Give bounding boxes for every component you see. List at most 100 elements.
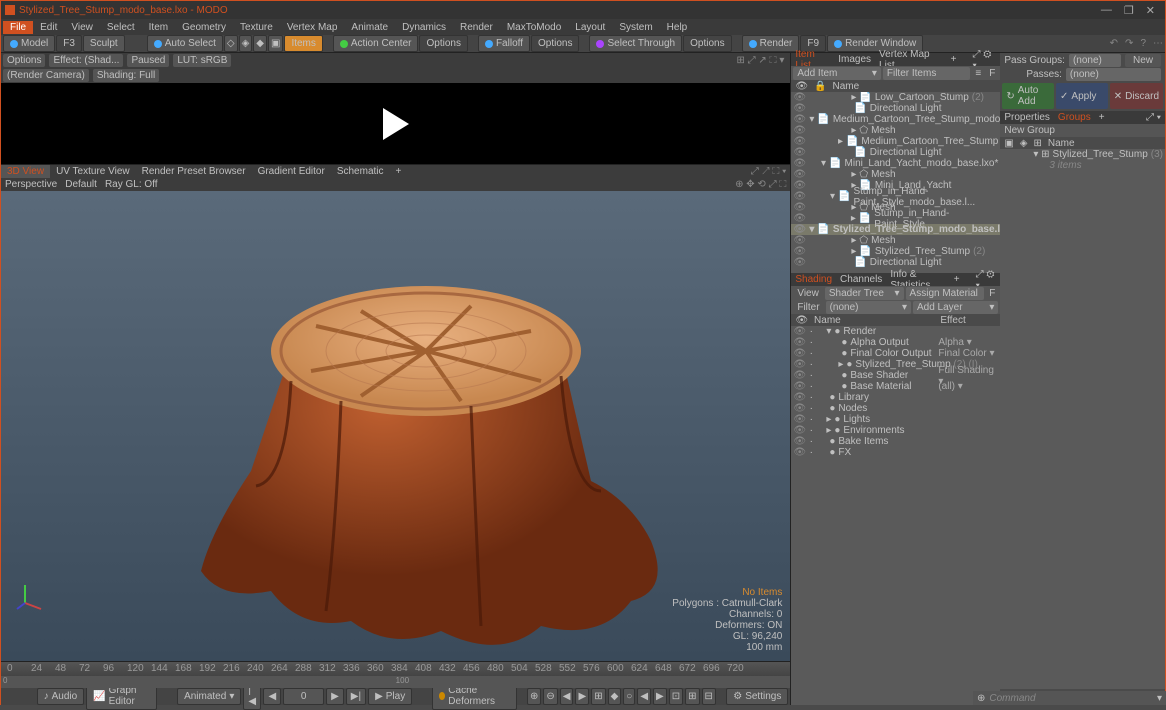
play-icon[interactable] bbox=[383, 108, 409, 140]
settings-button[interactable]: ⚙Settings bbox=[726, 688, 788, 705]
menu-vertexmap[interactable]: Vertex Map bbox=[280, 21, 345, 34]
new-button[interactable]: New bbox=[1125, 54, 1161, 67]
menu-texture[interactable]: Texture bbox=[233, 21, 280, 34]
lut-label[interactable]: LUT: sRGB bbox=[173, 54, 231, 67]
newgroup-button[interactable]: New Group bbox=[1000, 124, 1165, 137]
default-label[interactable]: Default bbox=[65, 179, 97, 190]
discard-button[interactable]: ✕Discard bbox=[1110, 83, 1163, 109]
menu-dynamics[interactable]: Dynamics bbox=[395, 21, 453, 34]
sculpt-button[interactable]: Sculpt bbox=[83, 35, 125, 52]
tool-icon-5[interactable]: ⊞ bbox=[591, 688, 605, 705]
tab-groups[interactable]: Groups bbox=[1058, 112, 1091, 123]
tool-icon-3[interactable]: ◀ bbox=[560, 688, 574, 705]
tab-schematic[interactable]: Schematic bbox=[331, 165, 390, 178]
tab-images[interactable]: Images bbox=[838, 54, 871, 65]
tab-3dview[interactable]: 3D View bbox=[1, 165, 50, 178]
mode-icon-4[interactable]: ▣ bbox=[268, 35, 283, 52]
prev-frame-button[interactable]: ◀ bbox=[263, 688, 281, 705]
tool-icon-2[interactable]: ⊖ bbox=[543, 688, 557, 705]
autoadd-button[interactable]: ↻Auto Add bbox=[1002, 83, 1054, 109]
tab-add-props[interactable]: + bbox=[1099, 112, 1105, 123]
paused-label[interactable]: Paused bbox=[127, 54, 169, 67]
tab-channels[interactable]: Channels bbox=[840, 274, 882, 285]
command-bar[interactable]: ⊕ Command ▾ bbox=[973, 691, 1166, 705]
options-button-3[interactable]: Options bbox=[683, 35, 731, 52]
assignmaterial-button[interactable]: Assign Material bbox=[906, 287, 985, 300]
mode-icon-3[interactable]: ◆ bbox=[253, 35, 267, 52]
eye-icon[interactable]: 👁 bbox=[795, 81, 808, 92]
tool-icon-11[interactable]: ⊞ bbox=[685, 688, 699, 705]
vp-nav-icons[interactable]: ⊕ ✥ ⟲ ⤢ ⛶ bbox=[735, 179, 786, 190]
items-button[interactable]: Items bbox=[284, 35, 322, 52]
groups-tree[interactable]: ▾ ⊞ Stylized_Tree_Stump (3) 3 items bbox=[1000, 149, 1165, 689]
render-button[interactable]: Render bbox=[742, 35, 800, 52]
timeline[interactable]: 0244872961201441681922162402642883123363… bbox=[1, 661, 790, 687]
addlayer-dropdown[interactable]: Add Layer▾ bbox=[913, 301, 998, 314]
undo-icon[interactable]: ↶ bbox=[1110, 38, 1118, 49]
close-button[interactable]: ✕ bbox=[1146, 4, 1155, 17]
tab-shading[interactable]: Shading bbox=[795, 274, 832, 285]
menu-file[interactable]: File bbox=[3, 21, 33, 34]
options-button-2[interactable]: Options bbox=[531, 35, 579, 52]
vp-icons[interactable]: ⊞ ⤢ ↗ ⛶ ▾ bbox=[732, 54, 788, 67]
axis-gizmo[interactable] bbox=[15, 581, 45, 611]
filter-icon[interactable]: ≡ bbox=[972, 68, 984, 79]
shader-tree[interactable]: 👁·▾ ● Render👁· ● Alpha OutputAlpha ▾👁· ●… bbox=[791, 326, 1000, 705]
autoselect-button[interactable]: Auto Select bbox=[147, 35, 223, 52]
vp-controls[interactable]: ⤢ ↗ ⛶ ▾ bbox=[747, 166, 791, 177]
lock-icon-2[interactable]: ⊞ bbox=[1034, 138, 1042, 149]
tool-icon-8[interactable]: ◀ bbox=[637, 688, 651, 705]
effect-label[interactable]: Effect: (Shad... bbox=[49, 54, 123, 67]
menu-view[interactable]: View bbox=[64, 21, 100, 34]
actioncenter-button[interactable]: Action Center bbox=[333, 35, 419, 52]
selectthrough-button[interactable]: Select Through bbox=[589, 35, 682, 52]
help-icon[interactable]: ? bbox=[1140, 38, 1146, 49]
filteritems-dropdown[interactable]: Filter Items bbox=[883, 67, 971, 80]
tab-add-panel[interactable]: + bbox=[951, 54, 957, 65]
model-button[interactable]: Model bbox=[3, 35, 55, 52]
tool-icon-6[interactable]: ◆ bbox=[608, 688, 622, 705]
shadertree-dropdown[interactable]: Shader Tree▾ bbox=[825, 287, 904, 300]
preview-viewport[interactable] bbox=[1, 83, 790, 165]
menu-geometry[interactable]: Geometry bbox=[175, 21, 233, 34]
options-label[interactable]: Options bbox=[3, 54, 45, 67]
options-button-1[interactable]: Options bbox=[419, 35, 467, 52]
menu-item[interactable]: Item bbox=[142, 21, 175, 34]
panel-icons-3[interactable]: ⤢ ▾ bbox=[1146, 112, 1161, 123]
passes-dd[interactable]: (none) bbox=[1066, 68, 1161, 81]
menu-select[interactable]: Select bbox=[100, 21, 142, 34]
tool-icon-4[interactable]: ▶ bbox=[575, 688, 589, 705]
audio-button[interactable]: ♪Audio bbox=[37, 688, 85, 705]
search-icon-2[interactable]: F bbox=[986, 288, 998, 299]
falloff-button[interactable]: Falloff bbox=[478, 35, 530, 52]
item-tree[interactable]: 👁▸ 📄 Low_Cartoon_Stump (2)👁 📄 Directiona… bbox=[791, 92, 1000, 273]
search-icon[interactable]: F bbox=[986, 68, 998, 79]
minimize-button[interactable]: — bbox=[1101, 4, 1112, 17]
additem-dropdown[interactable]: Add Item▾ bbox=[793, 67, 881, 80]
tool-icon-10[interactable]: ⊡ bbox=[669, 688, 683, 705]
menu-system[interactable]: System bbox=[612, 21, 659, 34]
tab-uvtexture[interactable]: UV Texture View bbox=[50, 165, 136, 178]
tab-gradient[interactable]: Gradient Editor bbox=[252, 165, 331, 178]
menu-layout[interactable]: Layout bbox=[568, 21, 612, 34]
tab-add-sh[interactable]: + bbox=[954, 274, 960, 285]
collapse-icon[interactable]: ▣ bbox=[1004, 138, 1013, 149]
raygl-label[interactable]: Ray GL: Off bbox=[105, 179, 158, 190]
tool-icon-7[interactable]: ○ bbox=[623, 688, 635, 705]
mode-icon-1[interactable]: ◇ bbox=[224, 35, 238, 52]
menu-maxtomodo[interactable]: MaxToModo bbox=[500, 21, 568, 34]
frame-input[interactable]: 0 bbox=[283, 688, 324, 705]
menu-icon[interactable]: ⋯ bbox=[1153, 38, 1163, 49]
tab-add[interactable]: + bbox=[390, 165, 408, 178]
3d-viewport[interactable]: No Items Polygons : Catmull-Clark Channe… bbox=[1, 191, 790, 661]
animated-dropdown[interactable]: Animated ▾ bbox=[177, 688, 241, 705]
next-frame-button[interactable]: ▶ bbox=[326, 688, 344, 705]
perspective-label[interactable]: Perspective bbox=[5, 179, 57, 190]
mode-icon-2[interactable]: ◈ bbox=[239, 35, 253, 52]
filter-dropdown[interactable]: (none)▾ bbox=[826, 301, 911, 314]
lock-icon[interactable]: 🔒 bbox=[814, 81, 826, 92]
last-frame-button[interactable]: ▶| bbox=[346, 688, 366, 705]
f3-button[interactable]: F3 bbox=[56, 35, 82, 52]
camera-label[interactable]: (Render Camera) bbox=[3, 69, 89, 82]
menu-edit[interactable]: Edit bbox=[33, 21, 64, 34]
